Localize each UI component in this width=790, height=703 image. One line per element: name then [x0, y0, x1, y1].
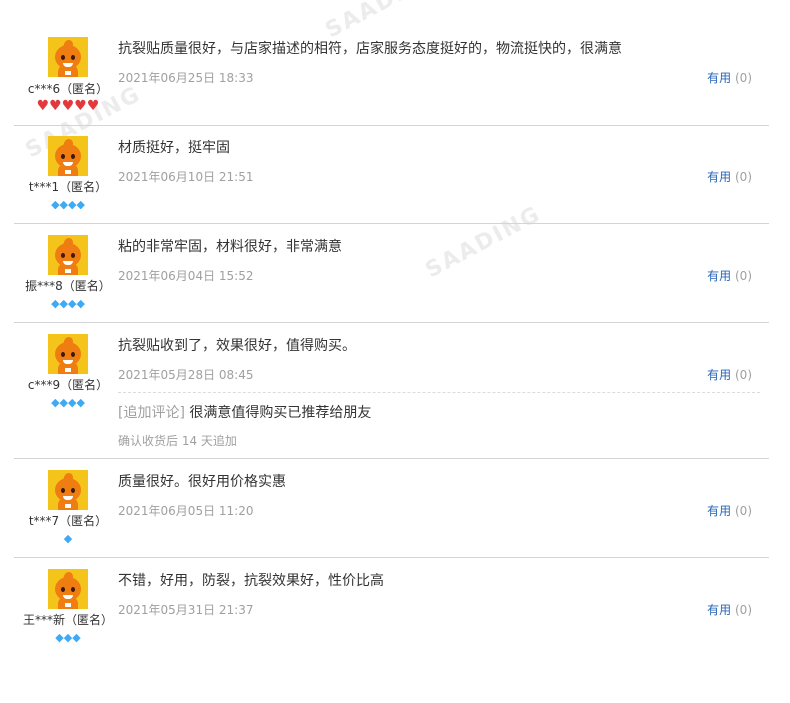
useful-button[interactable]: 有用 (0) — [707, 366, 752, 383]
review-content: 粘的非常牢固，材料很好，非常满意 — [118, 239, 342, 255]
review-content: 抗裂贴质量很好，与店家描述的相符，店家服务态度挺好的，物流挺快的，很满意 — [118, 41, 622, 57]
useful-label[interactable]: 有用 — [707, 170, 731, 184]
avatar — [48, 470, 88, 510]
reviewer-name: 王***新（匿名） — [22, 613, 113, 627]
useful-button[interactable]: 有用 (0) — [707, 267, 752, 284]
useful-button[interactable]: 有用 (0) — [707, 601, 752, 618]
useful-label[interactable]: 有用 — [707, 368, 731, 382]
reviewer-name: t***7（匿名） — [28, 514, 108, 528]
reviewer-name: c***9（匿名） — [27, 378, 109, 392]
useful-count: (0) — [735, 170, 752, 184]
appended-review: [追加评论] 很满意值得购买已推荐给朋友 — [118, 402, 371, 422]
avatar — [48, 136, 88, 176]
review-item: c***9（匿名） ◆◆◆◆ 抗裂贴收到了，效果很好，值得购买。 2021年05… — [14, 323, 769, 459]
review-date: 2021年05月31日 21:37 — [118, 603, 254, 617]
review-item: 王***新（匿名） ◆◆◆ 不错，好用，防裂，抗裂效果好，性价比高 2021年0… — [14, 558, 769, 656]
diamond-icon: ◆◆◆ — [55, 631, 81, 644]
useful-button[interactable]: 有用 (0) — [707, 168, 752, 185]
useful-count: (0) — [735, 368, 752, 382]
diamond-icon: ◆ — [63, 532, 73, 545]
reviewer-name: c***6（匿名） — [27, 82, 109, 96]
appended-content: 很满意值得购买已推荐给朋友 — [189, 405, 372, 421]
useful-label[interactable]: 有用 — [707, 603, 731, 617]
heart-icon: ♥♥♥♥♥ — [36, 98, 100, 114]
review-date: 2021年06月10日 21:51 — [118, 170, 254, 184]
divider — [118, 392, 760, 393]
review-item: 振***8（匿名） ◆◆◆◆ 粘的非常牢固，材料很好，非常满意 2021年06月… — [14, 224, 769, 323]
review-content: 材质挺好，挺牢固 — [118, 140, 230, 156]
useful-label[interactable]: 有用 — [707, 269, 731, 283]
useful-label[interactable]: 有用 — [707, 71, 731, 85]
review-date: 2021年06月05日 11:20 — [118, 504, 254, 518]
review-content: 抗裂贴收到了，效果很好，值得购买。 — [118, 338, 356, 354]
useful-count: (0) — [735, 504, 752, 518]
review-date: 2021年06月04日 15:52 — [118, 269, 254, 283]
appended-note: 确认收货后 14 天追加 — [118, 434, 237, 448]
reviewer-name: t***1（匿名） — [28, 180, 108, 194]
useful-count: (0) — [735, 269, 752, 283]
appended-tag: [追加评论] — [118, 405, 185, 421]
review-date: 2021年06月25日 18:33 — [118, 71, 254, 85]
review-date: 2021年05月28日 08:45 — [118, 368, 254, 382]
avatar — [48, 334, 88, 374]
review-content: 不错，好用，防裂，抗裂效果好，性价比高 — [118, 573, 384, 589]
useful-count: (0) — [735, 603, 752, 617]
review-item: t***7（匿名） ◆ 质量很好。很好用价格实惠 2021年06月05日 11:… — [14, 459, 769, 558]
useful-label[interactable]: 有用 — [707, 504, 731, 518]
useful-button[interactable]: 有用 (0) — [707, 69, 752, 86]
diamond-icon: ◆◆◆◆ — [51, 198, 85, 211]
reviewer-name: 振***8（匿名） — [25, 279, 111, 293]
avatar — [48, 569, 88, 609]
diamond-icon: ◆◆◆◆ — [51, 297, 85, 310]
avatar — [48, 37, 88, 77]
useful-button[interactable]: 有用 (0) — [707, 502, 752, 519]
useful-count: (0) — [735, 71, 752, 85]
avatar — [48, 235, 88, 275]
review-content: 质量很好。很好用价格实惠 — [118, 474, 286, 490]
review-item: c***6（匿名） ♥♥♥♥♥ 抗裂贴质量很好，与店家描述的相符，店家服务态度挺… — [14, 26, 769, 126]
diamond-icon: ◆◆◆◆ — [51, 396, 85, 409]
review-item: t***1（匿名） ◆◆◆◆ 材质挺好，挺牢固 2021年06月10日 21:5… — [14, 125, 769, 224]
